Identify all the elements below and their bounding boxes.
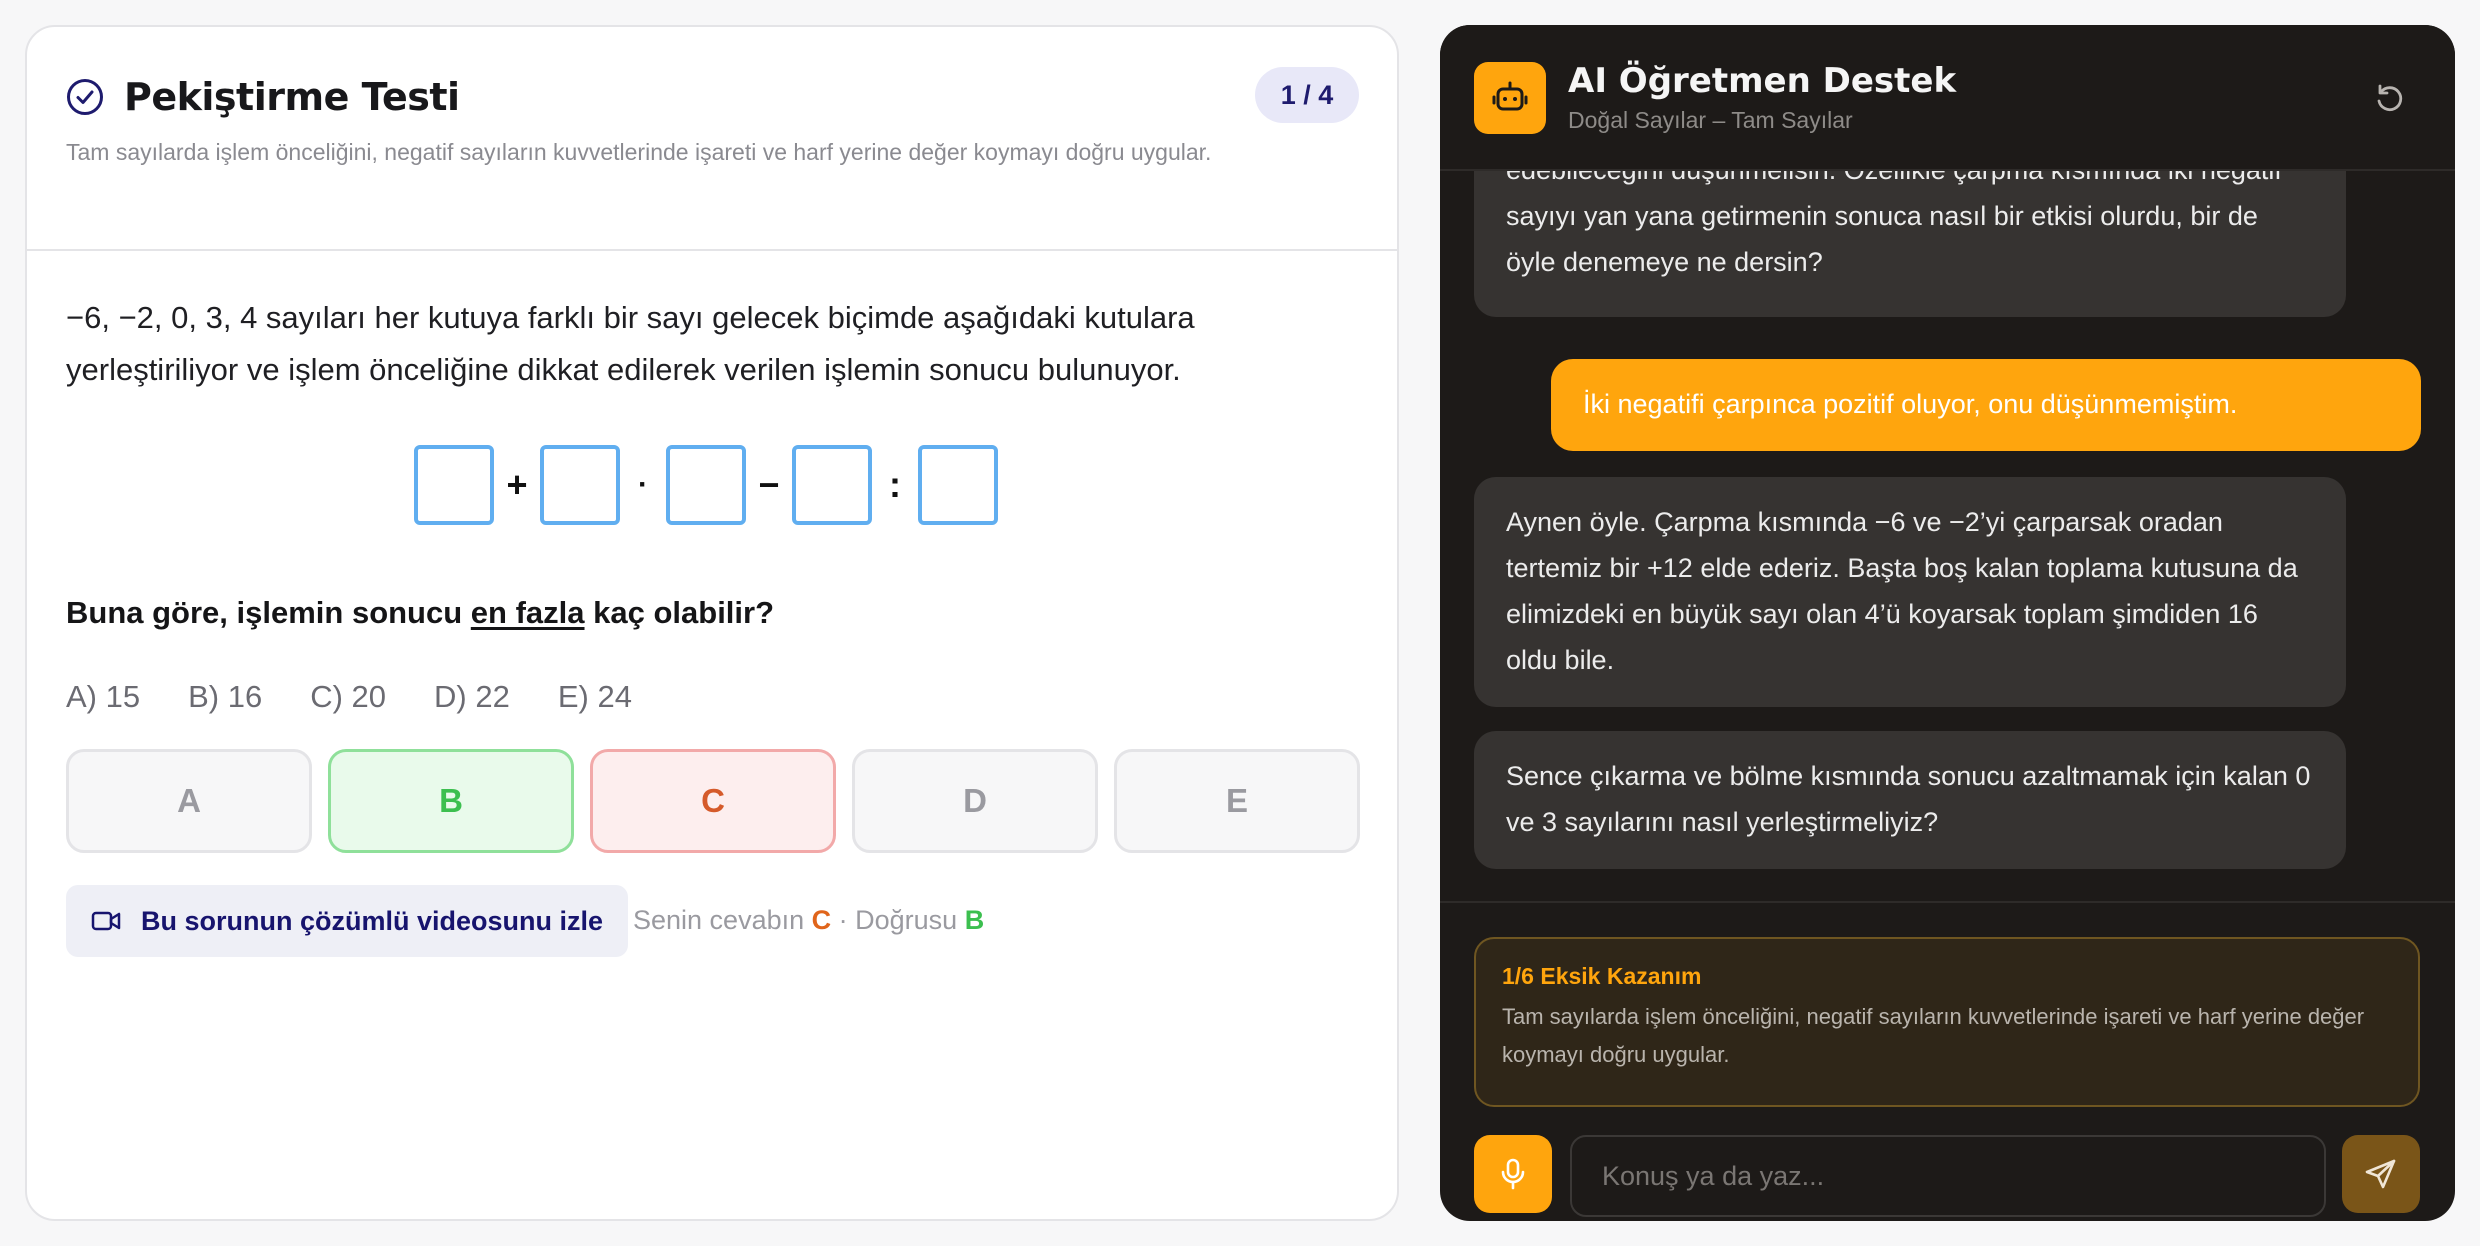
- missing-outcome-card: 1/6 Eksik Kazanım Tam sayılarda işlem ön…: [1474, 937, 2420, 1107]
- chat-input[interactable]: [1570, 1135, 2326, 1217]
- choice-b-button[interactable]: B: [328, 749, 574, 853]
- question-prompt: Buna göre, işlemin sonucu en fazla kaç o…: [66, 595, 774, 631]
- quiz-description: Tam sayılarda işlem önceliğini, negatif …: [66, 139, 1212, 165]
- choice-e-button[interactable]: E: [1114, 749, 1360, 853]
- missing-outcome-title: 1/6 Eksik Kazanım: [1502, 963, 1702, 989]
- chat-footer: 1/6 Eksik Kazanım Tam sayılarda işlem ön…: [1440, 901, 2455, 1221]
- choice-d-button[interactable]: D: [852, 749, 1098, 853]
- microphone-icon: [1501, 1158, 1525, 1190]
- watch-solution-video-button[interactable]: Bu sorunun çözümlü videosunu izle: [66, 885, 629, 957]
- send-button[interactable]: [2342, 1135, 2420, 1213]
- chat-panel: AI Öğretmen Destek Doğal Sayılar – Tam S…: [1440, 25, 2455, 1221]
- chat-header: AI Öğretmen Destek Doğal Sayılar – Tam S…: [1440, 25, 2455, 171]
- choice-a-button[interactable]: A: [66, 749, 312, 853]
- video-camera-icon: [91, 911, 121, 931]
- title-row: Pekiştirme Testi: [66, 75, 460, 119]
- missing-outcome-description: Tam sayılarda işlem önceliğini, negatif …: [1502, 1004, 2365, 1067]
- page-title: Pekiştirme Testi: [124, 75, 460, 119]
- expression-box-2[interactable]: [540, 445, 620, 525]
- your-answer: C: [811, 905, 832, 935]
- check-circle-icon: [67, 79, 103, 115]
- status-middle: · Doğrusu: [831, 905, 965, 935]
- operator-multiply: ·: [638, 468, 648, 501]
- options-list: A) 15 B) 16 C) 20 D) 22 E) 24: [66, 679, 632, 715]
- chat-message-bot: edebileceğini düşünmelisin. Özellikle ça…: [1474, 171, 2346, 317]
- expression-box-3[interactable]: [666, 445, 746, 525]
- option-d: D) 22: [434, 679, 510, 714]
- chat-message-user: İki negatifi çarpınca pozitif oluyor, on…: [1551, 359, 2421, 451]
- status-prefix: Senin cevabın: [633, 905, 812, 935]
- bot-avatar: [1474, 62, 1546, 134]
- robot-icon: [1492, 81, 1528, 111]
- quiz-header: Pekiştirme Testi 1 / 4 Tam sayılarda işl…: [27, 27, 1397, 251]
- option-a: A) 15: [66, 679, 141, 714]
- correct-answer: B: [964, 905, 985, 935]
- prompt-after: kaç olabilir?: [584, 595, 775, 630]
- expression-boxes: + · − :: [414, 445, 998, 525]
- prompt-underline: en fazla: [470, 595, 585, 630]
- chat-title: AI Öğretmen Destek: [1568, 61, 1957, 101]
- send-icon: [2365, 1159, 2396, 1189]
- chat-messages: edebileceğini düşünmelisin. Özellikle ça…: [1440, 171, 2455, 901]
- refresh-icon[interactable]: [2373, 82, 2407, 116]
- answer-status: Senin cevabın C · Doğrusu B: [633, 905, 984, 936]
- question-text: −6, −2, 0, 3, 4 sayıları her kutuya fark…: [66, 300, 1195, 387]
- question-counter-badge: 1 / 4: [1255, 67, 1359, 123]
- expression-box-5[interactable]: [918, 445, 998, 525]
- choice-c-button[interactable]: C: [590, 749, 836, 853]
- option-b: B) 16: [188, 679, 263, 714]
- chat-message-bot: Sence çıkarma ve bölme kısmında sonucu a…: [1474, 731, 2346, 869]
- expression-box-1[interactable]: [414, 445, 494, 525]
- operator-plus: +: [506, 464, 528, 505]
- expression-box-4[interactable]: [792, 445, 872, 525]
- option-c: C) 20: [310, 679, 387, 714]
- microphone-button[interactable]: [1474, 1135, 1552, 1213]
- quiz-card: Pekiştirme Testi 1 / 4 Tam sayılarda işl…: [25, 25, 1399, 1221]
- option-e: E) 24: [557, 679, 632, 714]
- video-button-label: Bu sorunun çözümlü videosunu izle: [141, 905, 604, 936]
- operator-minus: −: [758, 464, 780, 505]
- chat-message-bot: Aynen öyle. Çarpma kısmında −6 ve −2’yi …: [1474, 477, 2346, 707]
- answer-choices: A B C D E: [66, 749, 1360, 853]
- chat-subtitle: Doğal Sayılar – Tam Sayılar: [1568, 107, 1853, 133]
- operator-divide: :: [889, 464, 901, 505]
- prompt-before: Buna göre, işlemin sonucu: [66, 595, 471, 630]
